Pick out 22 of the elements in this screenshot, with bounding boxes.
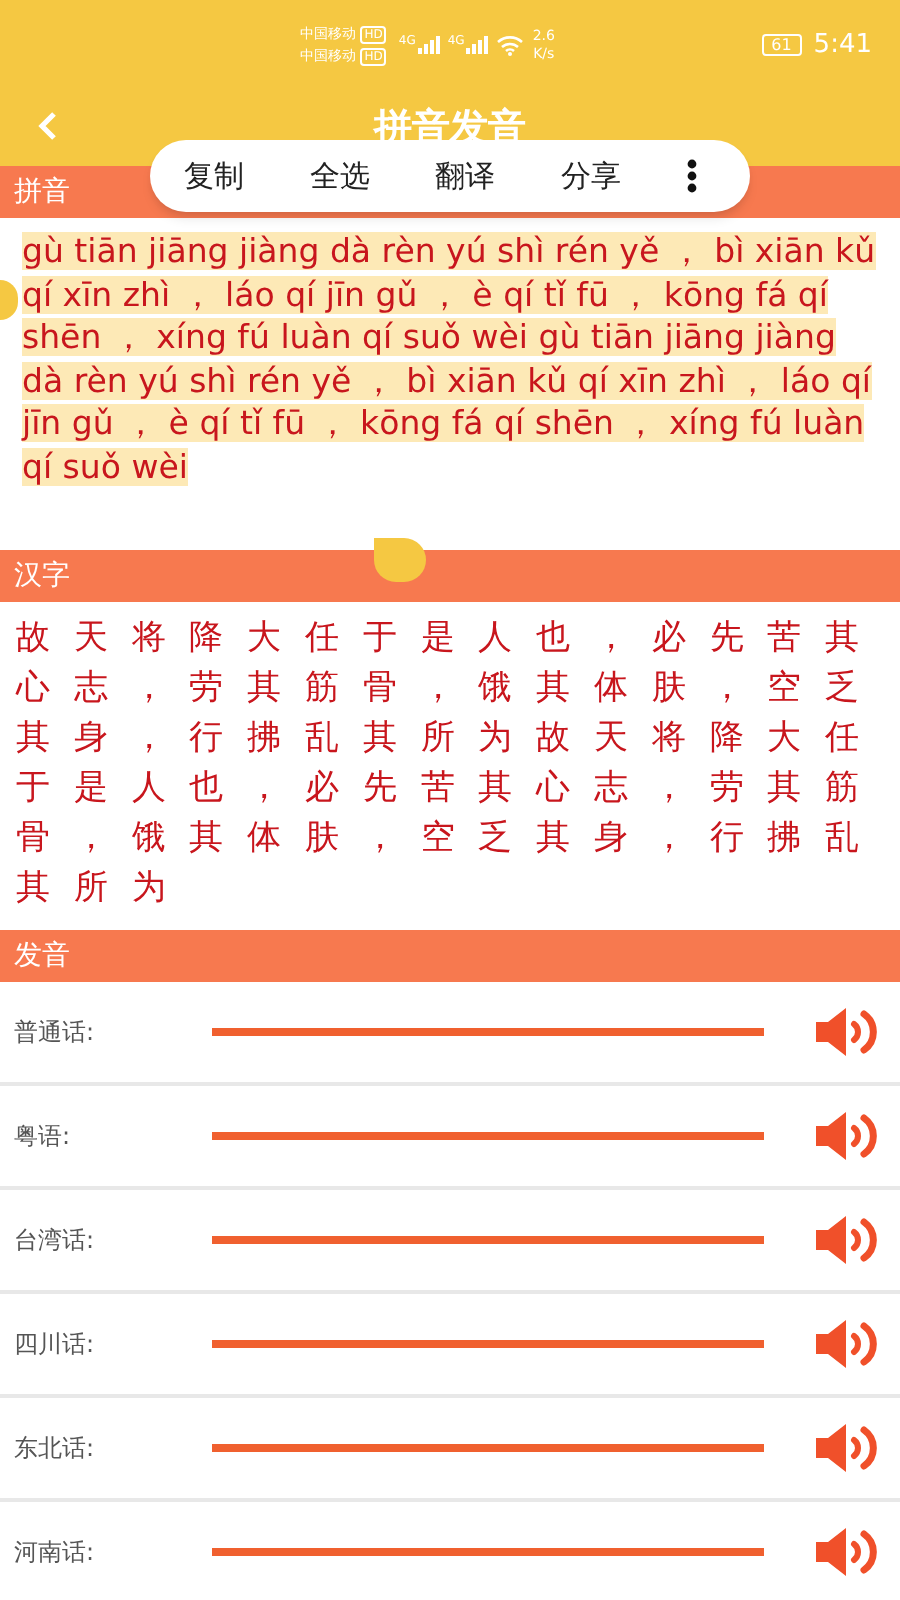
speaker-icon[interactable]	[812, 1318, 880, 1370]
section-header: 发音	[0, 930, 900, 982]
selection-handle[interactable]	[374, 538, 426, 582]
dialect-label: 普通话:	[14, 1016, 97, 1050]
speaker-icon[interactable]	[812, 1214, 880, 1266]
battery-icon: 61	[761, 34, 802, 56]
speaker-icon[interactable]	[812, 1110, 880, 1162]
clock: 5:41	[813, 27, 872, 64]
speaker-icon[interactable]	[812, 1422, 880, 1474]
dialect-label: 四川话:	[14, 1328, 97, 1362]
section-header: 汉字	[0, 550, 900, 602]
hanzi-text: 故天将降大任于是人也，必先苦其心志，劳其筋骨，饿其体肤，空乏其身，行拂乱其所为故天将降大任于是人也，必先苦其心志，劳其筋骨，饿其体肤，空乏其身，行拂乱其所为	[13, 616, 885, 912]
speaker-icon[interactable]	[812, 1006, 880, 1058]
more-icon[interactable]	[686, 158, 698, 194]
wifi-icon	[496, 34, 525, 56]
dialect-label: 台湾话:	[14, 1224, 97, 1258]
selection-handle[interactable]	[0, 280, 18, 320]
dialect-label: 东北话:	[14, 1432, 97, 1466]
dialect-label: 河南话:	[14, 1536, 97, 1570]
pinyin-text: gù tiān jiāng jiàng dà rèn yú shì rén yě ， bì xiān kǔ qí xīn zhì ， láo qí jīn gǔ ， è qí tǐ fū ， kōng fá qí shēn ， xíng fú luàn qí suǒ wèi gù tiān jiāng jiàng dà rèn yú shì rén yě ， bì xiān kǔ qí xīn zhì ， láo qí jīn gǔ ， è qí tǐ fū ， kōng fá qí shēn ， xíng fú luàn qí suǒ wèi	[19, 230, 878, 488]
speaker-icon[interactable]	[812, 1526, 880, 1578]
dialect-label: 粤语:	[14, 1120, 73, 1154]
